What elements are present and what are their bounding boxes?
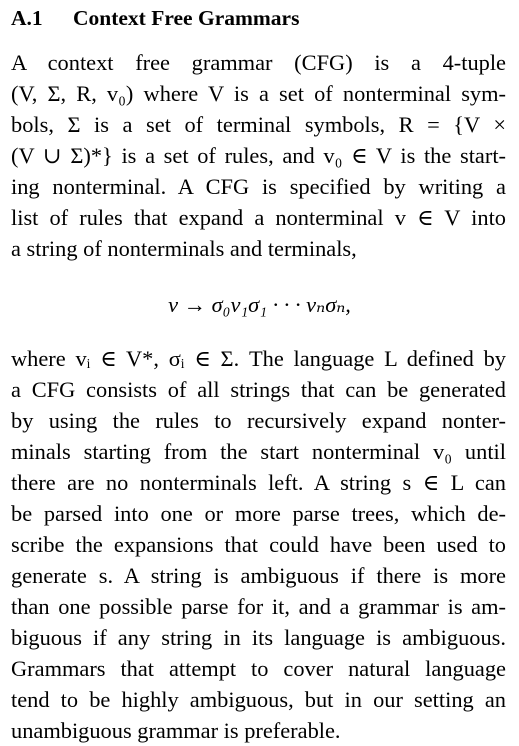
section-number: A.1	[11, 6, 43, 30]
display-equation: v → σ₀v₁σ₁ · · · vₙσₙ,	[0, 289, 519, 320]
paragraph-line: be parsed into one or more parse trees, …	[11, 501, 506, 526]
paragraph-line: tend to be highly ambiguous, but in our …	[11, 687, 506, 712]
paragraph-line: than one possible parse for it, and a gr…	[11, 594, 506, 619]
paragraph-line: by using the rules to recursively expand…	[11, 408, 506, 433]
paragraph-line: (V ∪ Σ)*} is a set of rules, and v₀ ∈ V …	[11, 143, 506, 168]
section-title: Context Free Grammars	[73, 6, 300, 30]
paragraph-line: Grammars that attempt to cover natural l…	[11, 656, 506, 681]
paragraph-line: bols, Σ is a set of terminal symbols, R …	[11, 112, 506, 137]
paragraph-line: biguous if any string in its language is…	[11, 625, 506, 650]
paragraph-line: where vᵢ ∈ V*, σᵢ ∈ Σ. The language L de…	[11, 346, 506, 371]
paragraph-line: unambiguous grammar is preferable.	[11, 718, 341, 743]
paragraph-line: a string of nonterminals and terminals,	[11, 236, 357, 261]
paragraph-line: minals starting from the start nontermin…	[11, 439, 506, 464]
paragraph-line: a CFG consists of all strings that can b…	[11, 377, 506, 402]
equation-text: v → σ₀v₁σ₁ · · · vₙσₙ,	[168, 292, 351, 317]
paragraph-line: A context free grammar (CFG) is a 4-tupl…	[11, 50, 506, 75]
paragraph-line: scribe the expansions that could have be…	[11, 532, 506, 557]
paragraph-line: there are no nonterminals left. A string…	[11, 470, 506, 495]
paragraph-line: generate s. A string is ambiguous if the…	[11, 563, 506, 588]
paragraph-line: ing nonterminal. A CFG is specified by w…	[11, 174, 506, 199]
paragraph-line: list of rules that expand a nonterminal …	[11, 205, 506, 230]
paragraph-line: (V, Σ, R, v₀) where V is a set of nonter…	[11, 81, 506, 106]
section-heading: A.1 Context Free Grammars	[11, 6, 299, 31]
paper-page: A.1 Context Free Grammars A context free …	[0, 0, 519, 745]
